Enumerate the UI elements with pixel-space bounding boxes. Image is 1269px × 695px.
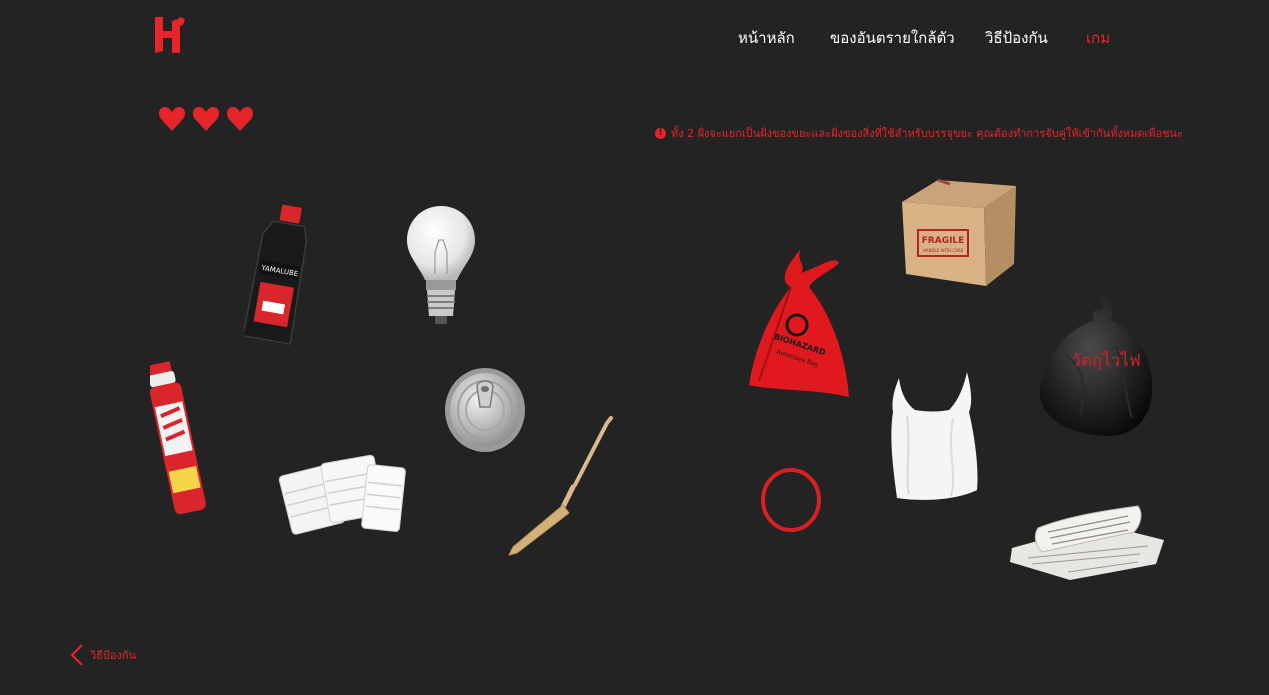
black-garbage-bag-icon: วัตถุไวไฟ [1039, 290, 1153, 436]
newspaper-icon [1010, 505, 1164, 580]
waste-item-engine-oil[interactable]: YAMALUBE [244, 203, 314, 348]
container-newspaper[interactable] [1008, 502, 1168, 584]
spray-can-icon [150, 361, 206, 515]
biohazard-bag-icon: BIOHAZARD Autoclave Bag [749, 249, 849, 397]
logo[interactable] [152, 15, 188, 55]
engine-oil-bottle-icon: YAMALUBE [244, 204, 308, 345]
handle-with-care-label: HANDLE WITH CARE [923, 248, 964, 253]
container-biohazard-bag[interactable]: BIOHAZARD Autoclave Bag [745, 247, 853, 402]
nav-item-dangerous-items[interactable]: ของอันตรายใกล้ตัว [830, 26, 955, 50]
cardboard-box-icon: FRAGILE HANDLE WITH CARE [902, 178, 1016, 286]
instruction-text: ทั้ง 2 ฝั่งจะแยกเป็นฝั่งของขยะและฝั่งของ… [671, 127, 1183, 140]
nav-item-home[interactable]: หน้าหลัก [738, 26, 795, 50]
heart-icon [226, 107, 254, 131]
container-cardboard-box[interactable]: FRAGILE HANDLE WITH CARE [898, 176, 1018, 290]
white-plastic-bag-icon [891, 372, 978, 500]
waste-item-face-masks[interactable] [278, 448, 408, 546]
chevron-left-icon [70, 644, 83, 666]
logo-h-icon [155, 17, 185, 53]
waste-item-spray-can[interactable] [150, 357, 226, 519]
back-link-prevention[interactable]: วิธีป้องกัน [70, 643, 136, 667]
waste-item-light-bulb[interactable] [405, 204, 477, 329]
bamboo-skewer-icon [508, 416, 613, 556]
heart-icon [192, 107, 220, 131]
nav-item-prevention[interactable]: วิธีป้องกัน [985, 26, 1048, 50]
info-icon: ! [655, 127, 666, 139]
face-masks-icon [278, 454, 406, 535]
fragile-label: FRAGILE [922, 236, 965, 246]
nav-item-game[interactable]: เกม [1086, 26, 1110, 50]
heart-icon [158, 107, 186, 131]
rubber-band-icon [761, 468, 821, 532]
back-link-label: วิธีป้องกัน [90, 649, 137, 662]
flammable-label: วัตถุไวไฟ [1071, 350, 1141, 371]
light-bulb-icon [407, 206, 475, 324]
container-black-garbage-bag[interactable]: วัตถุไวไฟ [1036, 286, 1156, 438]
container-rubber-band[interactable] [759, 467, 823, 533]
game-instruction: ! ทั้ง 2 ฝั่งจะแยกเป็นฝั่งของขยะและฝั่งข… [655, 124, 1183, 142]
container-white-plastic-bag[interactable] [887, 368, 981, 504]
waste-item-skewer[interactable] [503, 415, 615, 560]
lives-indicator [158, 106, 254, 132]
